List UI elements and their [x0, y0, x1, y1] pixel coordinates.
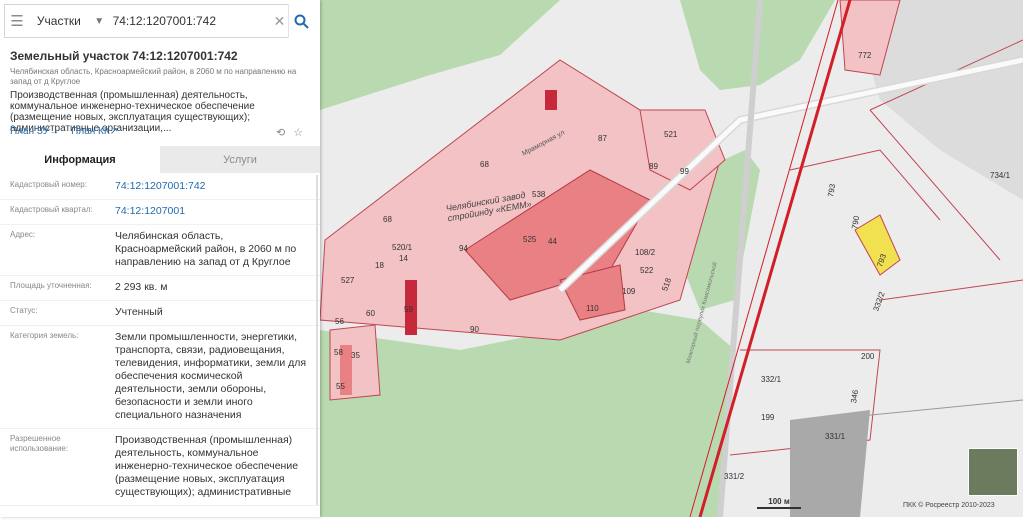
row-area: Площадь уточненная: 2 293 кв. м	[0, 276, 320, 301]
search-button[interactable]	[287, 4, 314, 38]
parcel-number-label: 56	[335, 317, 344, 326]
parcel-number-label: 199	[761, 413, 775, 422]
search-bar: ☰ Участки ▼ ✕	[4, 4, 314, 38]
parcel-address: Челябинская область, Красноармейский рай…	[10, 67, 297, 86]
scale-line	[757, 507, 801, 509]
cadastral-quarter-link[interactable]: 74:12:1207001	[115, 205, 310, 218]
parcel-number-label: 109	[622, 287, 636, 296]
star-icon[interactable]: ☆	[293, 126, 303, 139]
parcel-number-label: 14	[399, 254, 408, 263]
parcel-number-label: 527	[341, 276, 355, 285]
scale-label: 100 м	[768, 497, 790, 506]
feedback-icon[interactable]: ⟲	[276, 126, 285, 139]
parcel-number-label: 58	[334, 348, 343, 357]
plan-zu-link[interactable]: План ЗУ→	[10, 126, 59, 137]
parcel-number-label: 734/1	[990, 171, 1011, 180]
tabs: Информация Услуги	[0, 146, 320, 173]
parcel-number-label: 331/2	[724, 472, 745, 481]
parcel-number-label: 60	[366, 309, 375, 318]
parcel-number-label: 44	[548, 237, 557, 246]
layer-select[interactable]: Участки	[29, 14, 94, 28]
row-category: Категория земель: Земли промышленности, …	[0, 326, 320, 429]
parcel-number-label: 200	[861, 352, 875, 361]
row-permitted-use: Разрешенное использование: Производствен…	[0, 429, 320, 506]
row-cadastral-quarter: Кадастровый квартал: 74:12:1207001	[0, 200, 320, 225]
parcel-number-label: 331/1	[825, 432, 846, 441]
basemap-switcher[interactable]	[968, 448, 1018, 496]
parcel-number-label: 68	[383, 215, 392, 224]
parcel-title: Земельный участок 74:12:1207001:742	[10, 49, 238, 63]
search-icon	[294, 14, 309, 29]
panel-scrollbar[interactable]	[316, 175, 318, 505]
parcel-number-label: 525	[523, 235, 537, 244]
parcel-number-label: 110	[586, 304, 599, 313]
parcel-actions: ⟲ ☆	[276, 126, 303, 139]
chevron-down-icon[interactable]: ▼	[94, 16, 108, 27]
parcel-number-label: 90	[470, 325, 479, 334]
parcel-number-label: 772	[858, 51, 872, 60]
hamburger-icon[interactable]: ☰	[5, 12, 29, 30]
clear-icon[interactable]: ✕	[272, 13, 288, 30]
scale-bar: 100 м	[757, 497, 801, 509]
plan-links: План ЗУ→ План КК↗	[10, 126, 118, 137]
parcel-number-label: 68	[480, 160, 489, 169]
parcel-number-label: 520/1	[392, 243, 413, 252]
tab-services[interactable]: Услуги	[160, 146, 320, 173]
info-panel: ☰ Участки ▼ ✕ Земельный участок 74:12:12…	[0, 0, 320, 517]
copyright-text: ПКК © Росреестр 2010-2023	[903, 502, 995, 509]
row-cadastral-number: Кадастровый номер: 74:12:1207001:742	[0, 175, 320, 200]
parcel-number-label: 59	[404, 305, 413, 314]
parcel-number-label: 35	[351, 351, 360, 360]
parcel-number-label: 94	[459, 244, 468, 253]
parcel-number-label: 108/2	[635, 248, 656, 257]
parcel-number-label: 87	[598, 134, 607, 143]
attribute-list: Кадастровый номер: 74:12:1207001:742 Кад…	[0, 175, 320, 506]
parcel-number-label: 55	[336, 382, 345, 391]
parcel-number-label: 99	[680, 167, 689, 176]
search-input[interactable]	[108, 7, 272, 35]
parcel-number-label: 18	[375, 261, 384, 270]
parcel-number-label: 332/1	[761, 375, 782, 384]
tab-info[interactable]: Информация	[0, 146, 160, 173]
plan-kk-link[interactable]: План КК↗	[71, 126, 118, 137]
parcel-number-label: 521	[664, 130, 678, 139]
cadastral-number-link[interactable]: 74:12:1207001:742	[115, 180, 310, 193]
parcel-number-label: 89	[649, 162, 658, 171]
parcel-number-label: 522	[640, 266, 654, 275]
row-address: Адрес: Челябинская область, Красноармейс…	[0, 225, 320, 276]
row-status: Статус: Учтенный	[0, 301, 320, 326]
